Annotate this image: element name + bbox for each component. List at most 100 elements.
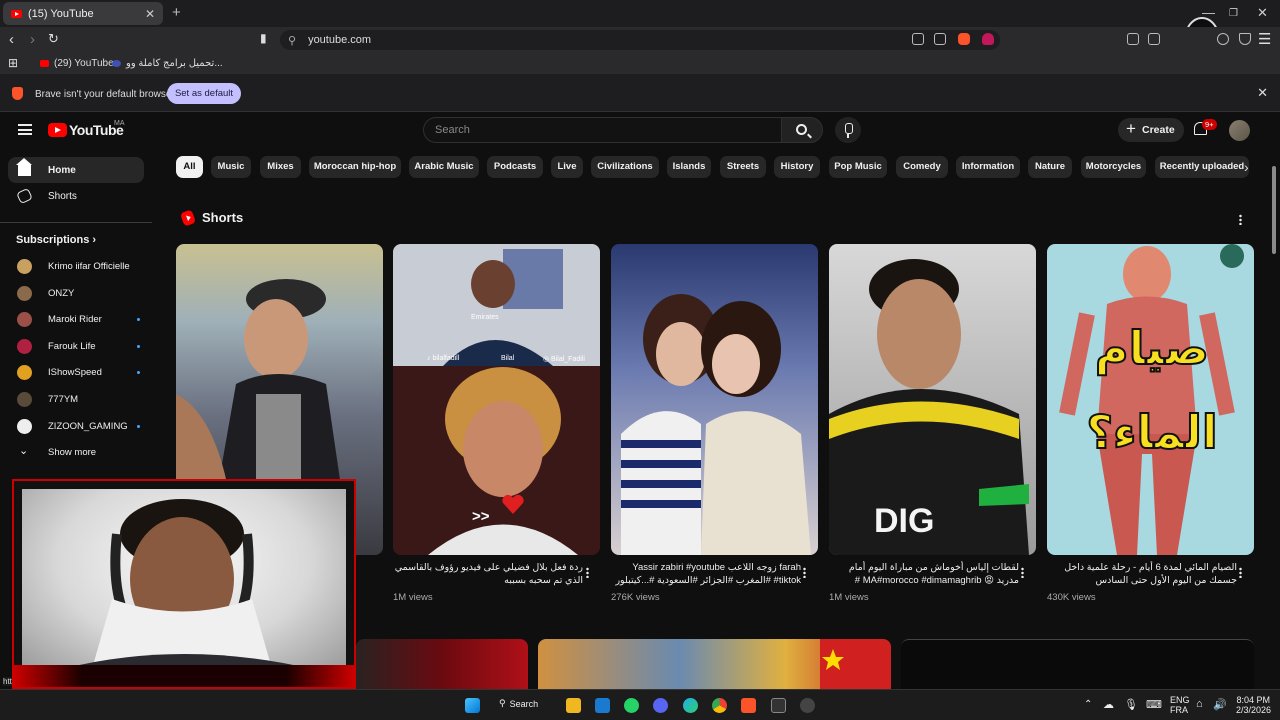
youtube-header: YouTube MA Search Create 9+ <box>0 112 1280 150</box>
brave-rewards-icon[interactable] <box>982 33 994 45</box>
chip-all[interactable]: All <box>176 156 203 178</box>
back-icon[interactable]: ‹ <box>9 31 14 48</box>
search-input[interactable]: Search <box>423 117 781 143</box>
chevron-up-icon[interactable]: ⌃ <box>1084 699 1092 710</box>
chip[interactable]: Mixes <box>260 156 301 178</box>
chip[interactable]: Recently uploaded <box>1155 156 1249 178</box>
chip[interactable]: Arabic Music <box>409 156 479 178</box>
more-options-icon[interactable] <box>1239 567 1242 578</box>
url-bar[interactable]: ⚲ youtube.com <box>280 30 1000 50</box>
set-default-button[interactable]: Set as default <box>167 83 241 104</box>
sidebar-item-shorts[interactable]: Shorts <box>8 183 144 209</box>
brave-shields-icon[interactable] <box>958 33 970 45</box>
filter-chips: All Music Mixes Moroccan hip-hop Arabic … <box>176 156 1266 178</box>
search-button[interactable] <box>781 117 823 143</box>
subscriptions-heading[interactable]: Subscriptions › <box>16 234 96 246</box>
more-options-icon[interactable] <box>1021 567 1024 578</box>
chip[interactable]: Pop Music <box>829 156 887 178</box>
browser-tab-youtube[interactable]: (15) YouTube ✕ <box>3 2 163 25</box>
video-thumbnail[interactable] <box>538 639 891 689</box>
share-icon[interactable] <box>934 33 946 45</box>
discord-icon[interactable] <box>653 698 668 713</box>
voice-search-icon[interactable] <box>835 117 861 143</box>
more-options-icon[interactable] <box>586 567 589 578</box>
vpn-icon[interactable] <box>1239 33 1251 45</box>
brave-icon[interactable] <box>741 698 756 713</box>
bookmark-youtube[interactable]: (29) YouTube <box>40 58 114 69</box>
chip[interactable]: Moroccan hip-hop <box>309 156 401 178</box>
subscription-item[interactable]: Krimo iifar Officielle <box>8 254 148 278</box>
chip[interactable]: Islands <box>667 156 711 178</box>
chip[interactable]: Information <box>956 156 1020 178</box>
lang-primary: ENG <box>1170 695 1190 705</box>
volume-icon[interactable]: 🔊 <box>1213 698 1227 711</box>
chip[interactable]: Comedy <box>896 156 948 178</box>
chip[interactable]: Music <box>211 156 251 178</box>
create-button[interactable]: Create <box>1118 117 1184 142</box>
chip[interactable]: Civilizations <box>591 156 659 178</box>
subscription-item[interactable]: 777YM <box>8 387 148 411</box>
video-thumbnail[interactable] <box>356 639 528 689</box>
onedrive-icon[interactable]: ☁ <box>1103 698 1114 711</box>
close-tab-icon[interactable]: ✕ <box>145 7 155 21</box>
subscription-item[interactable]: IShowSpeed <box>8 360 148 384</box>
page-scrollbar[interactable] <box>1272 166 1276 254</box>
chevron-right-icon[interactable]: › <box>1244 159 1249 175</box>
short-title[interactable]: farah زوجه اللاعب Yassir zabiri #youtube… <box>611 561 801 587</box>
keyboard-icon[interactable]: ⌨ <box>1146 698 1162 711</box>
video-thumbnail[interactable] <box>901 639 1254 689</box>
chip[interactable]: History <box>774 156 820 178</box>
subscription-item[interactable]: ZIZOON_GAMING <box>8 414 148 438</box>
file-explorer-icon[interactable] <box>566 698 581 713</box>
short-thumbnail[interactable]: DIG <box>829 244 1036 555</box>
sidebar-toggle-icon[interactable] <box>1148 33 1160 45</box>
chip[interactable]: Streets <box>720 156 766 178</box>
account-avatar[interactable] <box>1229 120 1250 141</box>
chrome-icon[interactable] <box>712 698 727 713</box>
subscription-item[interactable]: Maroki Rider <box>8 307 148 331</box>
whatsapp-icon[interactable] <box>624 698 639 713</box>
app-icon[interactable] <box>771 698 786 713</box>
short-title[interactable]: الصيام المائي لمدة 6 أيام - رحلة علمية د… <box>1047 561 1237 587</box>
windows-start-icon[interactable] <box>465 698 480 713</box>
new-tab-button[interactable]: + <box>172 4 181 21</box>
youtube-logo[interactable]: YouTube MA <box>48 120 125 138</box>
more-options-icon[interactable] <box>1239 214 1242 225</box>
close-notice-icon[interactable]: ✕ <box>1257 85 1268 101</box>
outlook-icon[interactable] <box>595 698 610 713</box>
short-thumbnail[interactable] <box>611 244 818 555</box>
subscription-item[interactable]: ONZY <box>8 281 148 305</box>
reload-icon[interactable]: ↻ <box>48 31 59 47</box>
microphone-icon[interactable]: 🎙 <box>1124 698 1138 711</box>
short-thumbnail[interactable]: ♪ bilalfadill Bilal ◎ Bilal_Fadili >> Em… <box>393 244 600 555</box>
short-title[interactable]: ردة فعل بلال فضيلي على فيديو رؤوف بالقاس… <box>393 561 583 587</box>
maximize-icon[interactable]: ❐ <box>1229 8 1238 19</box>
sidebar-item-home[interactable]: Home <box>8 157 144 183</box>
clock[interactable]: 8:04 PM 2/3/2026 <box>1236 695 1271 715</box>
chip[interactable]: Motorcycles <box>1081 156 1146 178</box>
subscription-item[interactable]: Farouk Life <box>8 334 148 358</box>
language-indicator[interactable]: ENG FRA <box>1170 695 1190 715</box>
more-options-icon[interactable] <box>803 567 806 578</box>
chip[interactable]: Podcasts <box>487 156 543 178</box>
menu-icon[interactable]: ☰ <box>1258 30 1271 48</box>
forward-icon[interactable]: › <box>30 31 35 48</box>
cast-icon[interactable] <box>912 33 924 45</box>
wifi-icon[interactable]: ⌂ <box>1196 698 1203 710</box>
site-settings-icon[interactable]: ⚲ <box>288 34 296 47</box>
short-thumbnail[interactable]: صيام الماء؟ <box>1047 244 1254 555</box>
show-more-button[interactable]: ⌄ Show more <box>8 440 148 464</box>
extensions-icon[interactable] <box>1127 33 1139 45</box>
bookmark-programs[interactable]: تحميل برامج كاملة وو... <box>112 58 223 69</box>
bookmark-icon[interactable]: ▮ <box>260 31 267 45</box>
edge-icon[interactable] <box>683 698 698 713</box>
chip[interactable]: Live <box>551 156 583 178</box>
apps-grid-icon[interactable]: ⊞ <box>8 56 18 70</box>
hamburger-menu-icon[interactable] <box>18 124 32 135</box>
wallet-icon[interactable] <box>1217 33 1229 45</box>
taskbar-search[interactable]: ⚲ Search <box>499 698 538 709</box>
chip[interactable]: Nature <box>1028 156 1072 178</box>
window-close-icon[interactable]: ✕ <box>1257 5 1268 21</box>
settings-gear-icon[interactable] <box>800 698 815 713</box>
short-title[interactable]: لقطات إلياس أخوماش من مباراة اليوم أمام … <box>829 561 1019 589</box>
